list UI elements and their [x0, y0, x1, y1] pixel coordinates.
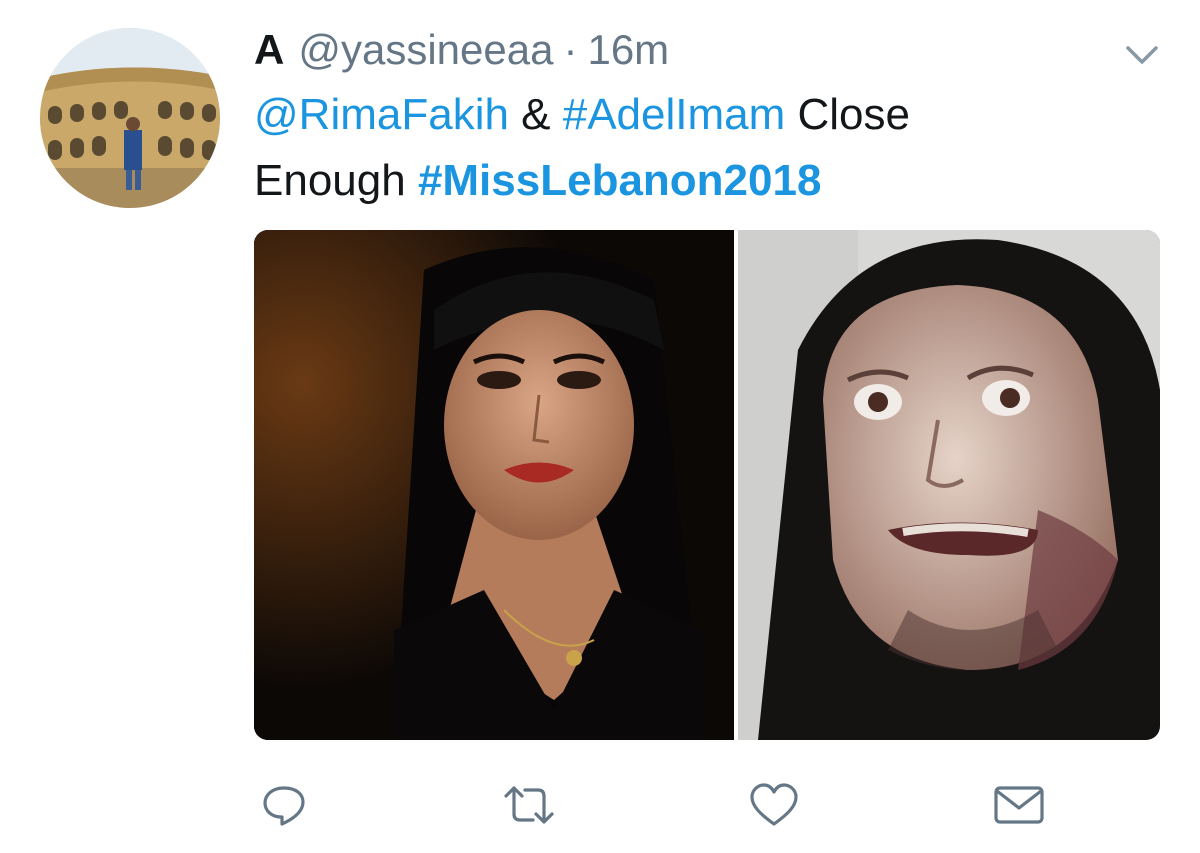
text-ampersand: & [508, 90, 563, 139]
photo-woman-image [254, 230, 734, 740]
display-name[interactable]: A [254, 24, 284, 76]
media-photo-left[interactable] [254, 230, 734, 740]
tweet-text: @RimaFakih & #AdelImam Close Enough #Miss… [254, 82, 1154, 214]
text-close: Close [785, 90, 911, 139]
avatar-image [40, 28, 220, 208]
mention-link[interactable]: @RimaFakih [254, 90, 509, 139]
retweet-button[interactable] [499, 770, 559, 840]
text-enough: Enough [254, 156, 418, 205]
timestamp[interactable]: 16m [587, 24, 669, 76]
retweet-icon [504, 786, 554, 824]
hashtag-link-misslebanon2018[interactable]: #MissLebanon2018 [418, 156, 822, 205]
photo-man-image [738, 230, 1160, 740]
reply-button[interactable] [254, 770, 314, 840]
reply-icon [263, 786, 305, 826]
direct-message-button[interactable] [989, 770, 1049, 840]
user-handle[interactable]: @yassineeaa [298, 24, 553, 76]
hashtag-link-adelimam[interactable]: #AdelImam [563, 90, 786, 139]
tweet-actions [254, 770, 1160, 840]
heart-icon [750, 783, 798, 826]
envelope-icon [994, 786, 1044, 824]
chevron-down-icon [1126, 46, 1158, 64]
separator-dot: · [563, 26, 578, 73]
tweet-media[interactable] [254, 230, 1160, 740]
media-photo-right[interactable] [738, 230, 1160, 740]
tweet-menu-button[interactable] [1122, 40, 1162, 70]
tweet-header: A @yassineeaa · 16m [254, 24, 669, 76]
avatar[interactable] [40, 28, 220, 208]
like-button[interactable] [744, 770, 804, 840]
